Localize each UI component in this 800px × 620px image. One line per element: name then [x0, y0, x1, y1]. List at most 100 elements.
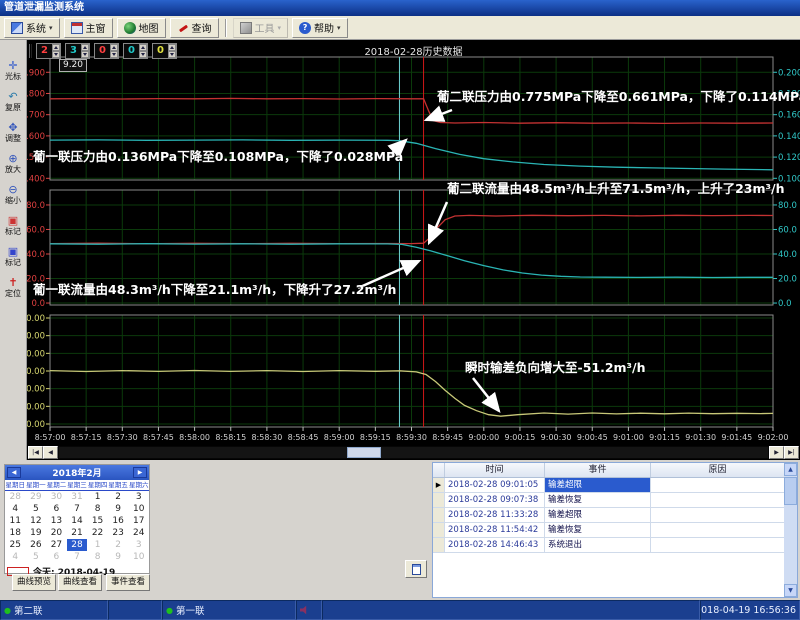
- menu-button-system[interactable]: 系统 ▾: [4, 18, 60, 38]
- menu-button-tools[interactable]: 工具 ▾: [233, 18, 289, 38]
- calendar-day[interactable]: 19: [26, 527, 47, 539]
- calendar-day[interactable]: 2: [108, 539, 129, 551]
- tool-restore[interactable]: ↶ 复原: [0, 91, 26, 122]
- calendar-day[interactable]: 10: [128, 551, 149, 563]
- calendar-day[interactable]: 3: [128, 539, 149, 551]
- cell-event[interactable]: 系统退出: [545, 538, 651, 552]
- table-row[interactable]: 2018-02-28 11:54:42输差恢复: [433, 523, 797, 538]
- spinner-arrows[interactable]: [52, 44, 60, 58]
- cell-event[interactable]: 输差超限: [545, 478, 651, 492]
- menu-button-map[interactable]: 地图: [117, 18, 166, 38]
- table-row[interactable]: ▶2018-02-28 09:01:05输差超限: [433, 478, 797, 493]
- event-view-button[interactable]: 事件查看: [106, 574, 150, 591]
- curve-spinner-1[interactable]: 2: [36, 43, 61, 59]
- calendar-day[interactable]: 21: [67, 527, 88, 539]
- cell-reason[interactable]: [651, 478, 785, 492]
- calendar-day[interactable]: 15: [87, 515, 108, 527]
- table-scrollbar[interactable]: ▲ ▼: [784, 463, 797, 597]
- cell-time[interactable]: 2018-02-28 11:33:28: [445, 508, 545, 522]
- calendar-day[interactable]: 6: [46, 503, 67, 515]
- table-row[interactable]: 2018-02-28 09:07:38输差恢复: [433, 493, 797, 508]
- menu-button-query[interactable]: 查询: [170, 18, 219, 38]
- calendar-day[interactable]: 1: [87, 539, 108, 551]
- cell-event[interactable]: 输差恢复: [545, 523, 651, 537]
- table-row[interactable]: 2018-02-28 11:33:28输差超限: [433, 508, 797, 523]
- spinner-arrows[interactable]: [139, 44, 147, 58]
- calendar-day[interactable]: 18: [5, 527, 26, 539]
- scrollbar-thumb[interactable]: [347, 447, 381, 458]
- table-scrollbar-thumb[interactable]: [784, 477, 797, 505]
- menu-button-help[interactable]: ? 帮助 ▾: [292, 18, 348, 38]
- calendar-day[interactable]: 20: [46, 527, 67, 539]
- calendar-day[interactable]: 8: [87, 503, 108, 515]
- calendar-day[interactable]: 5: [26, 503, 47, 515]
- calendar-day[interactable]: 3: [128, 491, 149, 503]
- calendar-day[interactable]: 5: [26, 551, 47, 563]
- calendar-prev-button[interactable]: ◀: [7, 467, 21, 478]
- cell-time[interactable]: 2018-02-28 14:46:43: [445, 538, 545, 552]
- calendar-day[interactable]: 17: [128, 515, 149, 527]
- calendar-day[interactable]: 6: [46, 551, 67, 563]
- calendar-day[interactable]: 11: [5, 515, 26, 527]
- calendar-next-button[interactable]: ▶: [133, 467, 147, 478]
- calendar-day[interactable]: 9: [108, 551, 129, 563]
- calendar-day[interactable]: 2: [108, 491, 129, 503]
- calendar-day[interactable]: 12: [26, 515, 47, 527]
- cell-reason[interactable]: [651, 538, 785, 552]
- curve-spinner-4[interactable]: 0: [123, 43, 148, 59]
- scroll-left-button[interactable]: ◀: [43, 446, 58, 459]
- calendar-day[interactable]: 16: [108, 515, 129, 527]
- calendar-day[interactable]: 9: [108, 503, 129, 515]
- calendar-day[interactable]: 4: [5, 551, 26, 563]
- calendar-day[interactable]: 28: [5, 491, 26, 503]
- curve-preview-button[interactable]: 曲线预览: [12, 574, 56, 591]
- spinner-arrows[interactable]: [81, 44, 89, 58]
- tool-zoom-out[interactable]: ⊖ 缩小: [0, 184, 26, 215]
- curve-spinner-3[interactable]: 0: [94, 43, 119, 59]
- calendar-day[interactable]: 7: [67, 551, 88, 563]
- scroll-last-button[interactable]: ▶|: [784, 446, 799, 459]
- calendar-day[interactable]: 25: [5, 539, 26, 551]
- calendar-day[interactable]: 10: [128, 503, 149, 515]
- curve-spinner-5[interactable]: 0: [152, 43, 177, 59]
- cell-reason[interactable]: [651, 523, 785, 537]
- calendar-day[interactable]: 31: [67, 491, 88, 503]
- scroll-first-button[interactable]: |◀: [28, 446, 43, 459]
- spinner-arrows[interactable]: [110, 44, 118, 58]
- curve-view-button[interactable]: 曲线查看: [58, 574, 102, 591]
- tool-mark-red[interactable]: ▣ 标记: [0, 215, 26, 246]
- status-sound[interactable]: [296, 600, 322, 620]
- spinner-arrows[interactable]: [168, 44, 176, 58]
- menu-button-main-window[interactable]: 主窗: [64, 18, 113, 38]
- cell-time[interactable]: 2018-02-28 11:54:42: [445, 523, 545, 537]
- tool-locate[interactable]: ✝ 定位: [0, 277, 26, 308]
- calendar-day[interactable]: 1: [87, 491, 108, 503]
- cell-event[interactable]: 输差超限: [545, 508, 651, 522]
- calendar-day[interactable]: 30: [46, 491, 67, 503]
- scroll-right-button[interactable]: ▶: [769, 446, 784, 459]
- toolbar-grip[interactable]: [29, 44, 32, 58]
- calendar-day[interactable]: 22: [87, 527, 108, 539]
- calendar-day[interactable]: 13: [46, 515, 67, 527]
- calendar-day[interactable]: 7: [67, 503, 88, 515]
- cell-reason[interactable]: [651, 508, 785, 522]
- export-button[interactable]: [405, 560, 427, 578]
- table-row[interactable]: 2018-02-28 14:46:43系统退出: [433, 538, 797, 553]
- cell-time[interactable]: 2018-02-28 09:01:05: [445, 478, 545, 492]
- cell-event[interactable]: 输差恢复: [545, 493, 651, 507]
- calendar-day[interactable]: 14: [67, 515, 88, 527]
- scroll-down-icon[interactable]: ▼: [784, 584, 797, 597]
- calendar-day[interactable]: 28: [67, 539, 88, 551]
- calendar-day[interactable]: 29: [26, 491, 47, 503]
- calendar-day[interactable]: 4: [5, 503, 26, 515]
- curve-spinner-2[interactable]: 3: [65, 43, 90, 59]
- cell-reason[interactable]: [651, 493, 785, 507]
- calendar-day[interactable]: 8: [87, 551, 108, 563]
- calendar-day[interactable]: 27: [46, 539, 67, 551]
- tool-cursor[interactable]: ✛ 光标: [0, 60, 26, 91]
- scrollbar-track[interactable]: [59, 447, 768, 458]
- calendar-day[interactable]: 23: [108, 527, 129, 539]
- scroll-up-icon[interactable]: ▲: [784, 463, 797, 476]
- cell-time[interactable]: 2018-02-28 09:07:38: [445, 493, 545, 507]
- tool-adjust[interactable]: ✥ 调整: [0, 122, 26, 153]
